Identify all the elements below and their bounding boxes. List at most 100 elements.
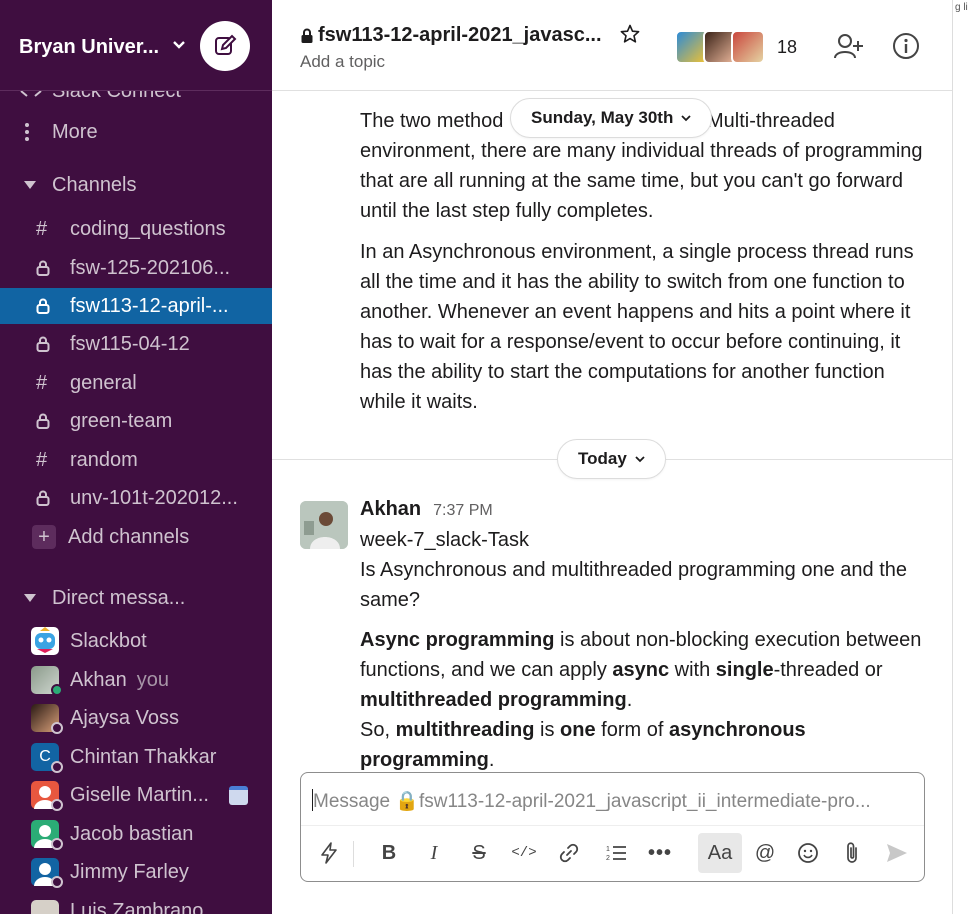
dm-section-header[interactable]: Direct messa... (0, 581, 272, 615)
italic-button[interactable]: I (414, 833, 454, 873)
sidebar-item-channel[interactable]: unv-101t-202012... (0, 481, 272, 515)
sidebar-item-dm[interactable]: Jimmy Farley (0, 855, 272, 889)
sidebar-item-channel-active[interactable]: fsw113-12-april-... (0, 288, 272, 324)
sidebar-item-dm[interactable]: C Chintan Thakkar (0, 740, 272, 774)
sidebar-item-channel[interactable]: fsw-125-202106... (0, 251, 272, 285)
avatar (31, 900, 59, 914)
presence-away-icon (51, 722, 63, 734)
channel-label: unv-101t-202012... (70, 486, 238, 509)
lock-icon (0, 490, 70, 506)
italic-icon: I (430, 841, 438, 864)
date-divider-button[interactable]: Sunday, May 30th (510, 98, 713, 138)
code-button[interactable]: </> (504, 833, 544, 873)
text-format-icon: Aa (707, 841, 733, 864)
ordered-list-icon: 12 (606, 846, 626, 862)
presence-away-icon (51, 838, 63, 850)
ordered-list-button[interactable]: 12 (596, 833, 636, 873)
member-count[interactable]: 18 (777, 37, 797, 58)
channel-title[interactable]: fsw113-12-april-2021_javasc... (300, 24, 602, 47)
dm-label: Jacob bastian (70, 822, 194, 845)
mention-button[interactable]: @ (745, 833, 785, 873)
message-composer[interactable]: Message 🔒fsw113-12-april-2021_javascript… (300, 772, 925, 882)
presence-away-icon (51, 761, 63, 773)
bold-text: async (612, 659, 670, 681)
channel-label: fsw113-12-april-... (70, 294, 229, 317)
strikethrough-icon: S (472, 841, 486, 864)
channel-label: random (70, 448, 138, 471)
compose-button[interactable] (200, 21, 250, 71)
sidebar-item-channel[interactable]: fsw115-04-12 (0, 327, 272, 361)
section-label: Channels (52, 173, 137, 196)
link-button[interactable] (549, 833, 589, 873)
sidebar-item-dm[interactable]: Jacob bastian (0, 817, 272, 851)
chevron-down-icon[interactable] (172, 38, 186, 52)
message-text: form of (595, 719, 669, 741)
add-member-icon[interactable] (834, 32, 864, 60)
channel-header: fsw113-12-april-2021_javasc... Add a top… (272, 0, 952, 91)
message-timestamp[interactable]: 7:37 PM (433, 502, 493, 520)
message-text: with (669, 659, 716, 681)
author-avatar[interactable] (300, 501, 348, 549)
dm-label: Giselle Martin... (70, 783, 209, 806)
lock-icon (0, 336, 70, 352)
sidebar-item-dm[interactable]: Slackbot (0, 624, 272, 658)
formatting-toggle-button[interactable]: Aa (698, 833, 742, 873)
channels-section-header[interactable]: Channels (0, 168, 272, 202)
sidebar-item-channel[interactable]: # coding_questions (0, 212, 272, 246)
bold-icon: B (381, 841, 397, 864)
sidebar: Slack Connect Bryan Univer... More Chann… (0, 0, 272, 914)
lock-icon (0, 413, 70, 429)
composer-divider (301, 825, 924, 826)
send-icon (887, 844, 907, 862)
more-formatting-button[interactable]: ••• (640, 833, 680, 873)
emoji-button[interactable] (788, 833, 828, 873)
sidebar-item-dm[interactable]: Luis Zambrano (0, 894, 272, 914)
sidebar-item-dm[interactable]: Akhan you (0, 663, 272, 697)
strikethrough-button[interactable]: S (459, 833, 499, 873)
dm-label: Ajaysa Voss (70, 706, 179, 729)
chevron-down-icon (635, 456, 645, 463)
bold-text: multithreading (395, 719, 535, 741)
bold-button[interactable]: B (369, 833, 409, 873)
workspace-header: Bryan Univer... (0, 0, 272, 91)
message-answer: Async programming is about non-blocking … (360, 625, 930, 771)
message-header: Akhan 7:37 PM (360, 498, 493, 521)
sidebar-item-channel[interactable]: # general (0, 366, 272, 400)
attach-button[interactable] (832, 833, 872, 873)
hash-icon: # (36, 448, 48, 471)
date-divider-button[interactable]: Today (557, 439, 666, 479)
add-channels-label: Add channels (68, 525, 190, 548)
sidebar-item-more[interactable]: More (0, 115, 272, 149)
sidebar-item-channel[interactable]: # random (0, 443, 272, 477)
shortcuts-button[interactable] (309, 833, 349, 873)
paperclip-icon (847, 842, 857, 863)
sidebar-item-channel[interactable]: green-team (0, 404, 272, 438)
add-topic-link[interactable]: Add a topic (300, 52, 385, 72)
plus-icon: + (0, 525, 70, 549)
channel-label: coding_questions (70, 217, 226, 240)
workspace-name[interactable]: Bryan Univer... (19, 36, 159, 59)
section-label: Direct messa... (52, 586, 186, 609)
date-label: Today (578, 449, 627, 468)
slackbot-avatar (31, 627, 59, 655)
message-input[interactable]: Message 🔒fsw113-12-april-2021_javascript… (313, 789, 913, 813)
svg-text:1: 1 (606, 846, 610, 853)
message-text: The two method (360, 110, 504, 132)
bold-text: Async programming (360, 629, 555, 651)
add-channels-button[interactable]: + Add channels (0, 520, 272, 554)
compose-icon (215, 34, 237, 55)
emoji-icon (798, 843, 818, 863)
send-button[interactable] (877, 833, 917, 873)
star-icon[interactable] (620, 24, 640, 44)
channel-label: fsw-125-202106... (70, 256, 231, 279)
sidebar-item-dm[interactable]: Giselle Martin... (0, 778, 272, 812)
member-avatars[interactable] (675, 30, 765, 64)
sidebar-item-dm[interactable]: Ajaysa Voss (0, 701, 272, 735)
message-body: In an Asynchronous environment, a single… (360, 241, 914, 413)
author-name[interactable]: Akhan (360, 498, 421, 521)
message-text: . (626, 689, 633, 711)
info-icon[interactable] (892, 32, 920, 60)
toolbar-separator (353, 841, 354, 867)
more-horizontal-icon: ••• (647, 841, 672, 864)
message-line: week-7_slack-Task (360, 529, 529, 551)
